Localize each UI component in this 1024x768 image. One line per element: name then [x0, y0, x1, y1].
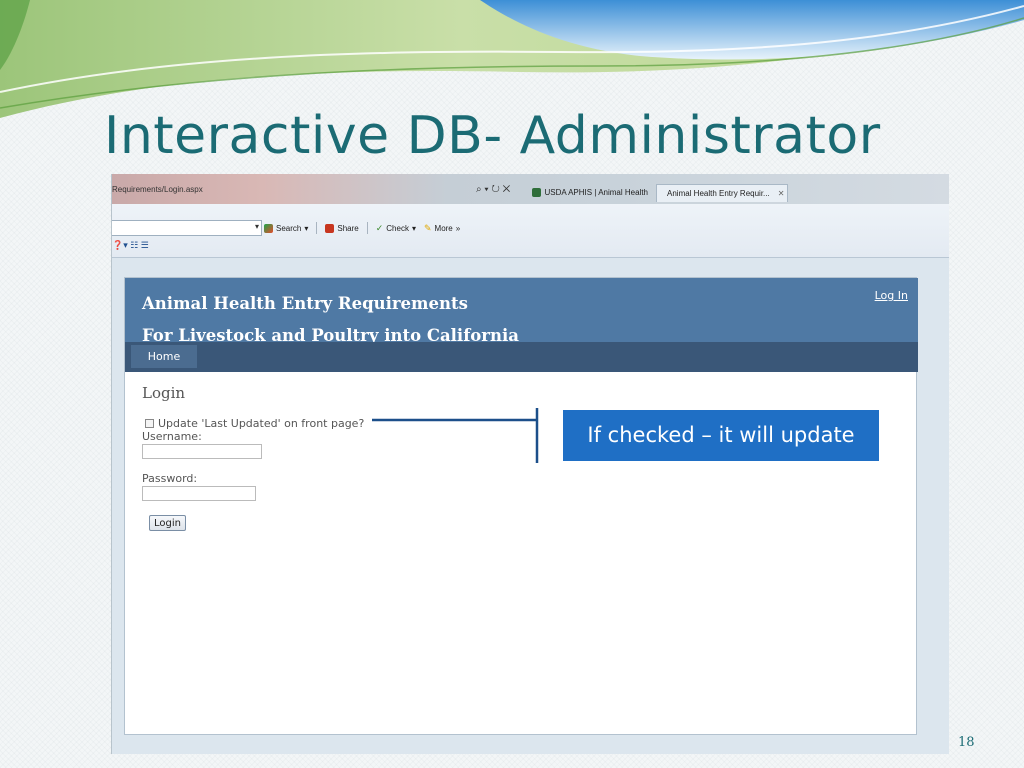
toolbar-items: Search ▾ Share ✓ Check ▾ ✎ More » — [264, 222, 460, 234]
toolbar-search-combo[interactable]: ▾ — [112, 220, 262, 236]
update-last-updated-label: Update 'Last Updated' on front page? — [158, 417, 365, 430]
update-last-updated-row: Update 'Last Updated' on front page? — [145, 417, 364, 430]
tab-label: Animal Health Entry Requir... — [667, 189, 770, 198]
tab-usda-aphis[interactable]: USDA APHIS | Animal Health — [526, 184, 654, 202]
address-bar-controls[interactable]: ⌕ ▾ ↻ ✕ — [476, 184, 510, 195]
pencil-icon: ✎ — [423, 222, 432, 233]
toolbar-more-label: More — [434, 223, 453, 233]
shield-icon — [532, 188, 541, 197]
site-header: Animal Health Entry Requirements For Liv… — [125, 278, 918, 345]
toolbar-share-button[interactable]: Share — [325, 223, 359, 233]
spellcheck-icon: ✓ — [375, 222, 384, 233]
close-icon[interactable]: ✕ — [778, 189, 785, 198]
password-label: Password: — [142, 472, 198, 485]
callout-box: If checked – it will update — [563, 410, 879, 461]
chevron-down-icon[interactable]: ▾ — [255, 222, 259, 231]
username-label: Username: — [142, 430, 202, 443]
slide-title: Interactive DB- Administrator — [104, 106, 881, 166]
search-icon — [264, 223, 273, 233]
update-last-updated-checkbox[interactable] — [145, 419, 154, 428]
site-title-line1: Animal Health Entry Requirements — [142, 294, 468, 313]
browser-tab-bar: Requirements/Login.aspx ⌕ ▾ ↻ ✕ USDA APH… — [112, 174, 949, 204]
callout-connector — [372, 408, 539, 463]
login-button[interactable]: Login — [149, 515, 186, 531]
username-field[interactable] — [142, 444, 262, 459]
tab-animal-health-entry[interactable]: Animal Health Entry Requir... ✕ — [656, 184, 788, 202]
double-chevron-icon: » — [455, 223, 461, 233]
slide-number: 18 — [958, 735, 975, 750]
toolbar-divider — [316, 222, 318, 234]
address-bar-url[interactable]: Requirements/Login.aspx — [112, 185, 203, 194]
toolbar-more-button[interactable]: ✎ More » — [424, 223, 460, 234]
share-icon — [325, 223, 335, 233]
toolbar-search-button[interactable]: Search ▾ — [264, 223, 309, 233]
toolbar-share-label: Share — [337, 223, 359, 233]
tab-label: USDA APHIS | Animal Health — [544, 188, 648, 197]
site-nav: Home — [125, 342, 918, 372]
browser-toolbar: ▾ Search ▾ Share ✓ Check ▾ ✎ More » ❓▾ ☷… — [112, 204, 949, 258]
decorative-swoosh — [0, 0, 1024, 118]
password-field[interactable] — [142, 486, 256, 501]
login-link[interactable]: Log In — [875, 289, 908, 302]
toolbar-row-icons[interactable]: ❓▾ ☷ ☰ — [112, 240, 149, 251]
toolbar-search-label: Search — [276, 223, 302, 233]
chevron-down-icon: ▾ — [304, 223, 309, 233]
toolbar-check-button[interactable]: ✓ Check ▾ — [376, 223, 416, 234]
chevron-down-icon: ▾ — [411, 223, 416, 233]
toolbar-divider — [366, 222, 368, 234]
login-heading: Login — [142, 384, 186, 402]
web-page: Animal Health Entry Requirements For Liv… — [124, 277, 918, 735]
nav-home-tab[interactable]: Home — [131, 345, 197, 368]
toolbar-check-label: Check — [386, 223, 409, 233]
